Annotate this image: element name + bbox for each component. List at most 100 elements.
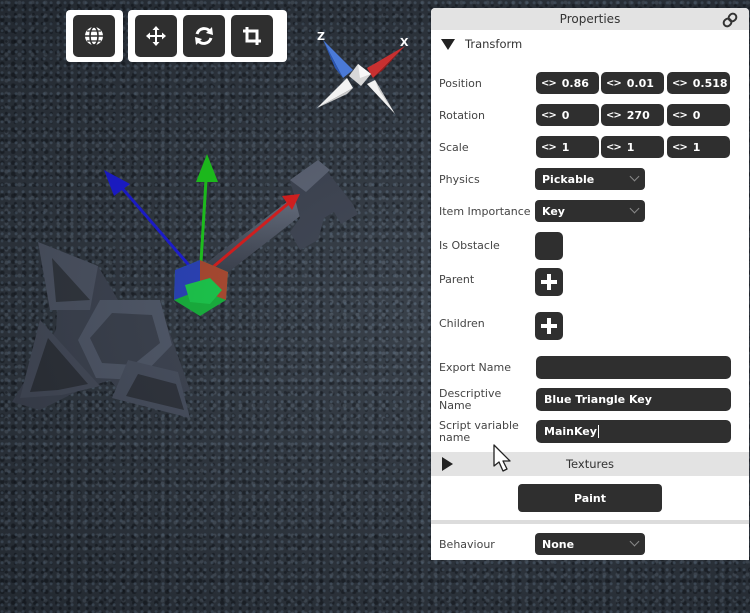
scale-z-field[interactable]: <> 1 <box>667 136 730 158</box>
export-name-input[interactable] <box>536 356 731 379</box>
physics-dropdown[interactable]: Pickable <box>535 168 645 190</box>
position-row: Position <> 0.86 <> 0.01 <> 0.518 <box>431 72 749 96</box>
physics-label: Physics <box>439 173 480 186</box>
rotation-z-value: 0 <box>692 108 701 122</box>
physics-value: Pickable <box>542 172 595 186</box>
children-row: Children <box>431 310 749 340</box>
view-toolbar <box>66 10 123 62</box>
chevron-down-icon <box>629 203 640 214</box>
move-tool-button[interactable] <box>135 15 177 57</box>
transform-section-toggle[interactable]: Transform <box>431 30 749 58</box>
drag-arrows-icon: <> <box>672 141 688 153</box>
scale-y-field[interactable]: <> 1 <box>601 136 664 158</box>
position-y-field[interactable]: <> 0.01 <box>601 72 664 94</box>
textures-label: Textures <box>565 457 615 471</box>
rotation-x-field[interactable]: <> 0 <box>536 104 599 126</box>
chevron-down-icon <box>629 536 640 547</box>
descriptive-name-value: Blue Triangle Key <box>544 393 652 406</box>
behaviour-dropdown[interactable]: None <box>535 533 645 555</box>
export-name-row: Export Name <box>431 356 749 380</box>
descriptive-name-input[interactable]: Blue Triangle Key <box>536 388 731 411</box>
position-x-value: 0.86 <box>561 76 589 90</box>
z-axis-arrow <box>104 170 130 196</box>
rotation-label: Rotation <box>439 109 486 122</box>
script-variable-name-input[interactable]: MainKey <box>536 420 731 443</box>
paint-button[interactable]: Paint <box>518 484 662 512</box>
mouse-cursor-icon <box>493 444 511 472</box>
link-icon[interactable] <box>721 11 739 29</box>
rotation-y-value: 270 <box>626 108 650 122</box>
is-obstacle-checkbox[interactable] <box>535 232 563 260</box>
scale-x-value: 1 <box>561 140 570 154</box>
center-handle <box>174 260 228 316</box>
scale-row: Scale <> 1 <> 1 <> 1 <box>431 136 749 160</box>
move-icon <box>146 26 166 46</box>
export-name-label: Export Name <box>439 361 511 374</box>
section-divider <box>431 520 749 524</box>
physics-row: Physics Pickable <box>431 168 749 192</box>
children-label: Children <box>439 317 485 330</box>
behaviour-value: None <box>542 537 575 551</box>
descriptive-name-row: Descriptive Name Blue Triangle Key <box>431 388 749 412</box>
scale-x-field[interactable]: <> 1 <box>536 136 599 158</box>
z-axis-label: Z <box>317 30 325 43</box>
rotation-row: Rotation <> 0 <> 270 <> 0 <box>431 104 749 128</box>
text-caret <box>597 425 599 438</box>
globe-icon <box>85 26 103 46</box>
add-child-button[interactable] <box>535 312 563 340</box>
orientation-gizmo[interactable]: Z X <box>313 28 413 123</box>
drag-arrows-icon: <> <box>606 109 622 121</box>
drag-arrows-icon: <> <box>606 77 622 89</box>
position-y-value: 0.01 <box>626 76 654 90</box>
scale-label: Scale <box>439 141 469 154</box>
rotation-x-value: 0 <box>561 108 570 122</box>
rotate-tool-button[interactable] <box>183 15 225 57</box>
textures-section-toggle[interactable]: Textures <box>431 452 749 476</box>
properties-panel: Properties Transform Position <> 0.86 <> 0… <box>431 8 749 560</box>
scale-y-value: 1 <box>626 140 635 154</box>
drag-arrows-icon: <> <box>541 109 557 121</box>
descriptive-name-label: Descriptive Name <box>439 388 501 412</box>
panel-title: Properties <box>559 12 621 26</box>
globe-button[interactable] <box>73 15 115 57</box>
is-obstacle-row: Is Obstacle <box>431 232 749 262</box>
scale-z-value: 1 <box>692 140 701 154</box>
x-axis-label: X <box>400 36 409 49</box>
position-z-value: 0.518 <box>692 76 728 90</box>
is-obstacle-label: Is Obstacle <box>439 239 500 252</box>
parent-row: Parent <box>431 266 749 296</box>
properties-header: Properties <box>431 8 749 30</box>
chevron-down-icon <box>629 171 640 182</box>
crop-tool-button[interactable] <box>231 15 273 57</box>
drag-arrows-icon: <> <box>541 141 557 153</box>
position-z-field[interactable]: <> 0.518 <box>667 72 730 94</box>
script-variable-name-row: Script variable name MainKey <box>431 420 749 444</box>
item-importance-label: Item Importance <box>439 205 531 218</box>
y-axis-arrow <box>196 154 218 182</box>
collapse-triangle-icon <box>441 38 455 50</box>
behaviour-row: Behaviour None <box>431 533 749 557</box>
item-importance-value: Key <box>542 204 565 218</box>
rotation-y-field[interactable]: <> 270 <box>601 104 664 126</box>
plus-icon <box>541 318 557 334</box>
drag-arrows-icon: <> <box>672 77 688 89</box>
position-x-field[interactable]: <> 0.86 <box>536 72 599 94</box>
drag-arrows-icon: <> <box>541 77 557 89</box>
item-importance-dropdown[interactable]: Key <box>535 200 645 222</box>
crop-icon <box>243 27 261 45</box>
drag-arrows-icon: <> <box>606 141 622 153</box>
behaviour-label: Behaviour <box>439 538 495 551</box>
transform-toolbar <box>128 10 287 62</box>
add-parent-button[interactable] <box>535 268 563 296</box>
x-axis-arrow <box>282 194 300 210</box>
transform-label: Transform <box>465 37 523 51</box>
rotate-icon <box>195 27 213 45</box>
script-variable-name-label: Script variable name <box>439 420 519 444</box>
drag-arrows-icon: <> <box>672 109 688 121</box>
plus-icon <box>541 274 557 290</box>
parent-label: Parent <box>439 273 475 286</box>
position-label: Position <box>439 77 482 90</box>
rotation-z-field[interactable]: <> 0 <box>667 104 730 126</box>
item-importance-row: Item Importance Key <box>431 200 749 224</box>
descriptive-name-label-line2: Name <box>439 399 472 412</box>
